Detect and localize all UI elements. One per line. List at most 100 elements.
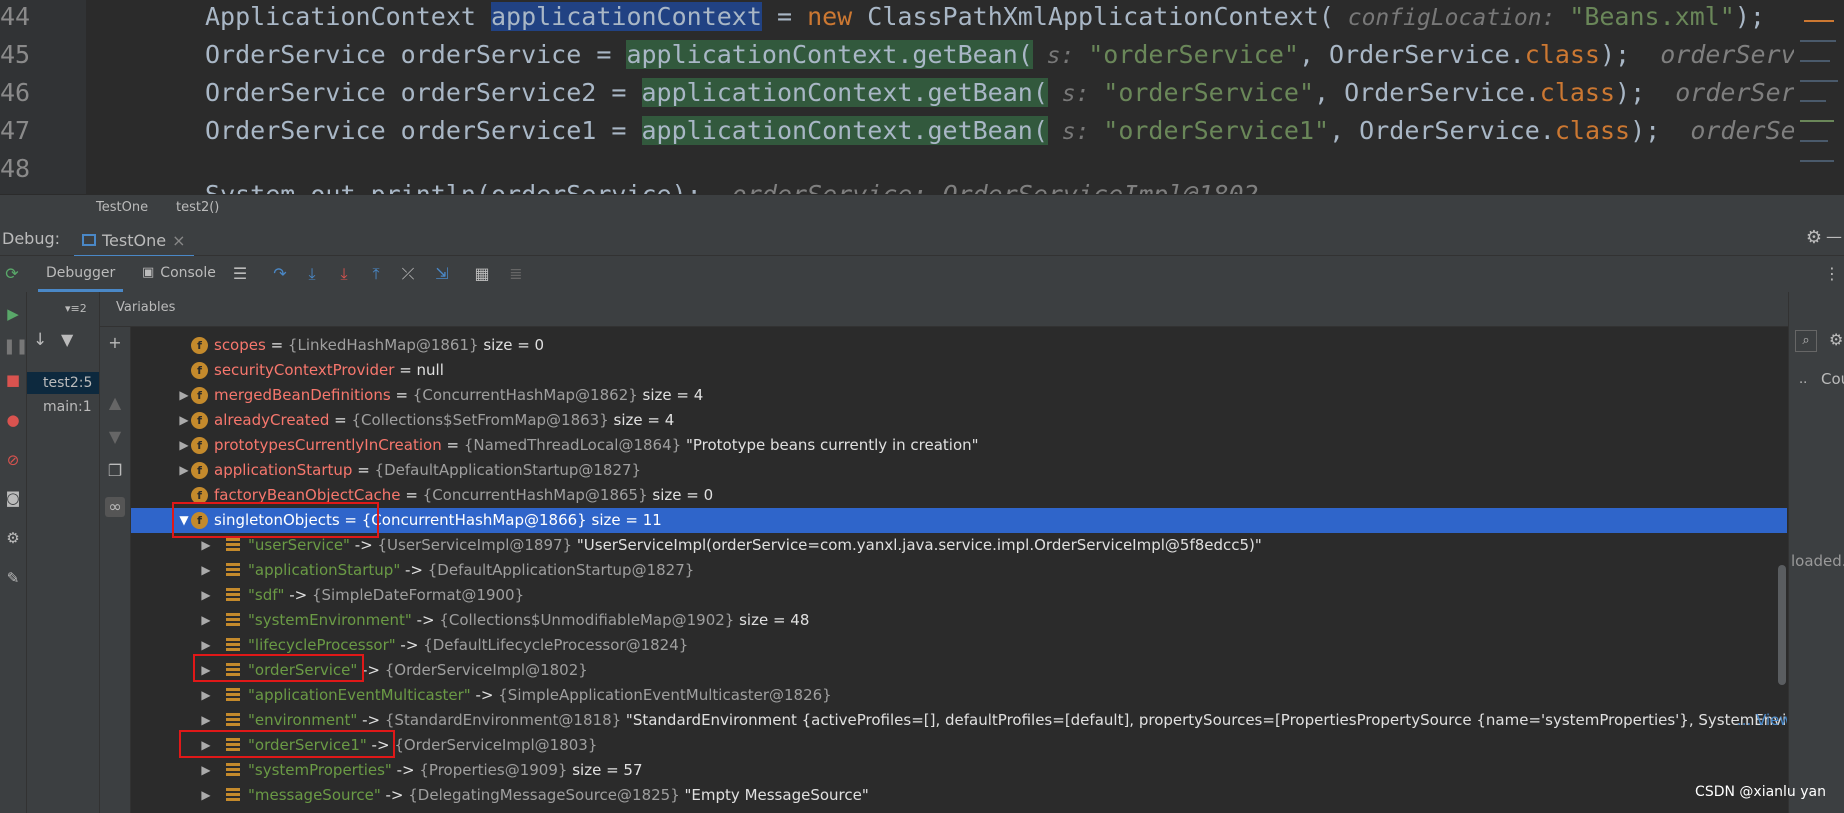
mute-breakpoints-icon[interactable]: ⊘ [3, 450, 23, 470]
force-step-into-icon[interactable]: ⤓ [334, 264, 354, 284]
var-type: {DefaultApplicationStartup@1827} [427, 561, 695, 579]
scrollbar[interactable] [1778, 565, 1786, 685]
minimize-icon[interactable]: — [1826, 227, 1842, 246]
map-entry-row[interactable]: ▶ "systemProperties" -> {Properties@1909… [131, 758, 1787, 783]
view-breakpoints-icon[interactable]: ● [3, 410, 23, 430]
gear-icon[interactable]: ⚙ [1806, 227, 1822, 248]
view-link[interactable]: ... View [1737, 708, 1787, 733]
var-value: size = 4 [637, 386, 704, 404]
step-over-icon[interactable]: ↷ [270, 264, 290, 284]
settings-icon[interactable]: ⚙ [1829, 330, 1843, 349]
tab-debugger[interactable]: Debugger [38, 256, 124, 292]
camera-icon[interactable]: ◙ [3, 488, 23, 508]
expand-arrow-icon[interactable]: ▶ [177, 383, 191, 408]
variable-row[interactable]: f factoryBeanObjectCache = {ConcurrentHa… [131, 483, 1787, 508]
expand-arrow-icon[interactable]: ▶ [177, 408, 191, 433]
debug-label: Debug: [2, 229, 61, 248]
expand-arrow-icon[interactable]: ▶ [199, 758, 213, 783]
resume-icon[interactable]: ▶ [3, 304, 23, 324]
map-entry-row[interactable]: ▶ "systemEnvironment" -> {Collections$Un… [131, 608, 1787, 633]
field-icon: f [191, 337, 208, 354]
close-icon[interactable]: × [172, 231, 185, 250]
code-line[interactable]: System.out.println(orderService); orderS… [205, 180, 1259, 194]
down-arrow-icon[interactable]: ↓ [33, 330, 47, 350]
trace-icon[interactable]: ≣ [506, 264, 526, 284]
expand-arrow-icon[interactable]: ▶ [177, 458, 191, 483]
variable-row[interactable]: ▶ f applicationStartup = {DefaultApplica… [131, 458, 1787, 483]
map-entry-row[interactable]: ▶ "userService" -> {UserServiceImpl@1897… [131, 533, 1787, 558]
up-icon[interactable]: ▲ [105, 393, 125, 413]
var-op: = [329, 411, 352, 429]
down-icon[interactable]: ▼ [105, 427, 125, 447]
debug-actions-strip: ▶ ❚❚ ■ ● ⊘ ◙ ⚙ ✎ [0, 292, 28, 813]
variable-row[interactable]: ▶ f mergedBeanDefinitions = {ConcurrentH… [131, 383, 1787, 408]
filter-icon[interactable]: ▼ [61, 330, 73, 349]
more-icon[interactable]: ⋮ [1822, 264, 1842, 284]
stop-icon[interactable]: ■ [3, 370, 23, 390]
error-stripe[interactable] [1794, 0, 1844, 194]
threads-dropdown[interactable]: ▾≡2 [65, 302, 87, 315]
map-entry-row[interactable]: ▶ "sdf" -> {SimpleDateFormat@1900} [131, 583, 1787, 608]
expand-arrow-icon[interactable]: ▶ [199, 608, 213, 633]
code-line[interactable]: OrderService orderService1 = application… [205, 116, 1844, 145]
step-into-icon[interactable]: ⤓ [302, 264, 322, 284]
step-out-icon[interactable]: ⤒ [366, 264, 386, 284]
variable-row[interactable]: ▶ f prototypesCurrentlyInCreation = {Nam… [131, 433, 1787, 458]
param-hint: configLocation: [1333, 5, 1570, 31]
show-execution-point-icon[interactable]: ☰ [230, 264, 250, 284]
settings-icon[interactable]: ⚙ [3, 528, 23, 548]
expand-arrow-icon[interactable]: ▶ [199, 683, 213, 708]
drop-frame-icon[interactable]: ⤫ [398, 264, 418, 284]
variable-row[interactable]: ▶ f alreadyCreated = {Collections$SetFro… [131, 408, 1787, 433]
variable-row[interactable]: f securityContextProvider = null [131, 358, 1787, 383]
run-to-cursor-icon[interactable]: ⇲ [432, 264, 452, 284]
watermark: CSDN @xianlu yan [1695, 784, 1826, 800]
pause-icon[interactable]: ❚❚ [3, 336, 28, 356]
tab-console[interactable]: ▣ Console [136, 256, 222, 289]
var-name: applicationStartup [214, 461, 353, 479]
code-editor[interactable]: 44 45 46 47 48 ApplicationContext applic… [0, 0, 1844, 194]
variable-row-selected[interactable]: ▼ f singletonObjects = {ConcurrentHashMa… [131, 508, 1787, 533]
frame-item[interactable]: main:1 [27, 396, 99, 418]
tab-testone[interactable]: TestOne × [74, 225, 194, 258]
var-value: size = 4 [608, 411, 675, 429]
breadcrumb-item[interactable]: TestOne [96, 200, 148, 215]
entry-key: "applicationStartup" [248, 561, 401, 579]
var-value: size = 57 [567, 761, 643, 779]
code-token: OrderService orderService1 = [205, 116, 642, 145]
variables-tree[interactable]: f scopes = {LinkedHashMap@1861} size = 0… [131, 327, 1787, 813]
add-watch-icon[interactable]: + [105, 333, 125, 353]
entry-key: "sdf" [248, 586, 285, 604]
map-entry-row[interactable]: ▶ "messageSource" -> {DelegatingMessageS… [131, 783, 1787, 808]
map-entry-row[interactable]: ▶ "applicationEventMulticaster" -> {Simp… [131, 683, 1787, 708]
var-op: = [441, 436, 464, 454]
frame-item[interactable]: test2:5 [27, 372, 99, 394]
code-line[interactable]: OrderService orderService = applicationC… [205, 40, 1844, 69]
code-line[interactable]: ApplicationContext applicationContext = … [205, 2, 1844, 31]
search-icon[interactable]: ⌕ [1795, 330, 1817, 352]
map-entry-row[interactable]: ▶ "lifecycleProcessor" -> {DefaultLifecy… [131, 633, 1787, 658]
expand-arrow-icon[interactable]: ▶ [199, 583, 213, 608]
var-type: {Collections$UnmodifiableMap@1902} [439, 611, 735, 629]
expand-arrow-icon[interactable]: ▶ [177, 433, 191, 458]
pin-icon[interactable]: ✎ [3, 568, 23, 588]
expand-arrow-icon[interactable]: ▶ [199, 558, 213, 583]
param-hint: s: [1047, 81, 1104, 107]
rerun-icon[interactable]: ⟳ [2, 264, 22, 284]
code-line[interactable]: OrderService orderService2 = application… [205, 78, 1844, 107]
evaluate-expression-icon[interactable]: ▦ [472, 264, 492, 284]
map-entry-row[interactable]: ▶ "applicationStartup" -> {DefaultApplic… [131, 558, 1787, 583]
var-op: -> [395, 636, 424, 654]
var-type: {UserServiceImpl@1897} [377, 536, 573, 554]
copy-icon[interactable]: ❐ [105, 461, 125, 481]
code-token: applicationContext [490, 2, 762, 31]
glasses-icon[interactable]: ∞ [105, 497, 125, 517]
variable-row[interactable]: f scopes = {LinkedHashMap@1861} size = 0 [131, 333, 1787, 358]
variables-title: Variables [116, 300, 176, 315]
breadcrumb-item[interactable]: test2() [176, 200, 219, 215]
expand-arrow-icon[interactable]: ▶ [199, 783, 213, 808]
var-value: size = 0 [478, 336, 545, 354]
code-token: applicationContext.getBean( [641, 78, 1048, 107]
map-entry-row[interactable]: ▶ "orderService" -> {OrderServiceImpl@18… [131, 658, 1787, 683]
entry-icon [226, 688, 240, 702]
